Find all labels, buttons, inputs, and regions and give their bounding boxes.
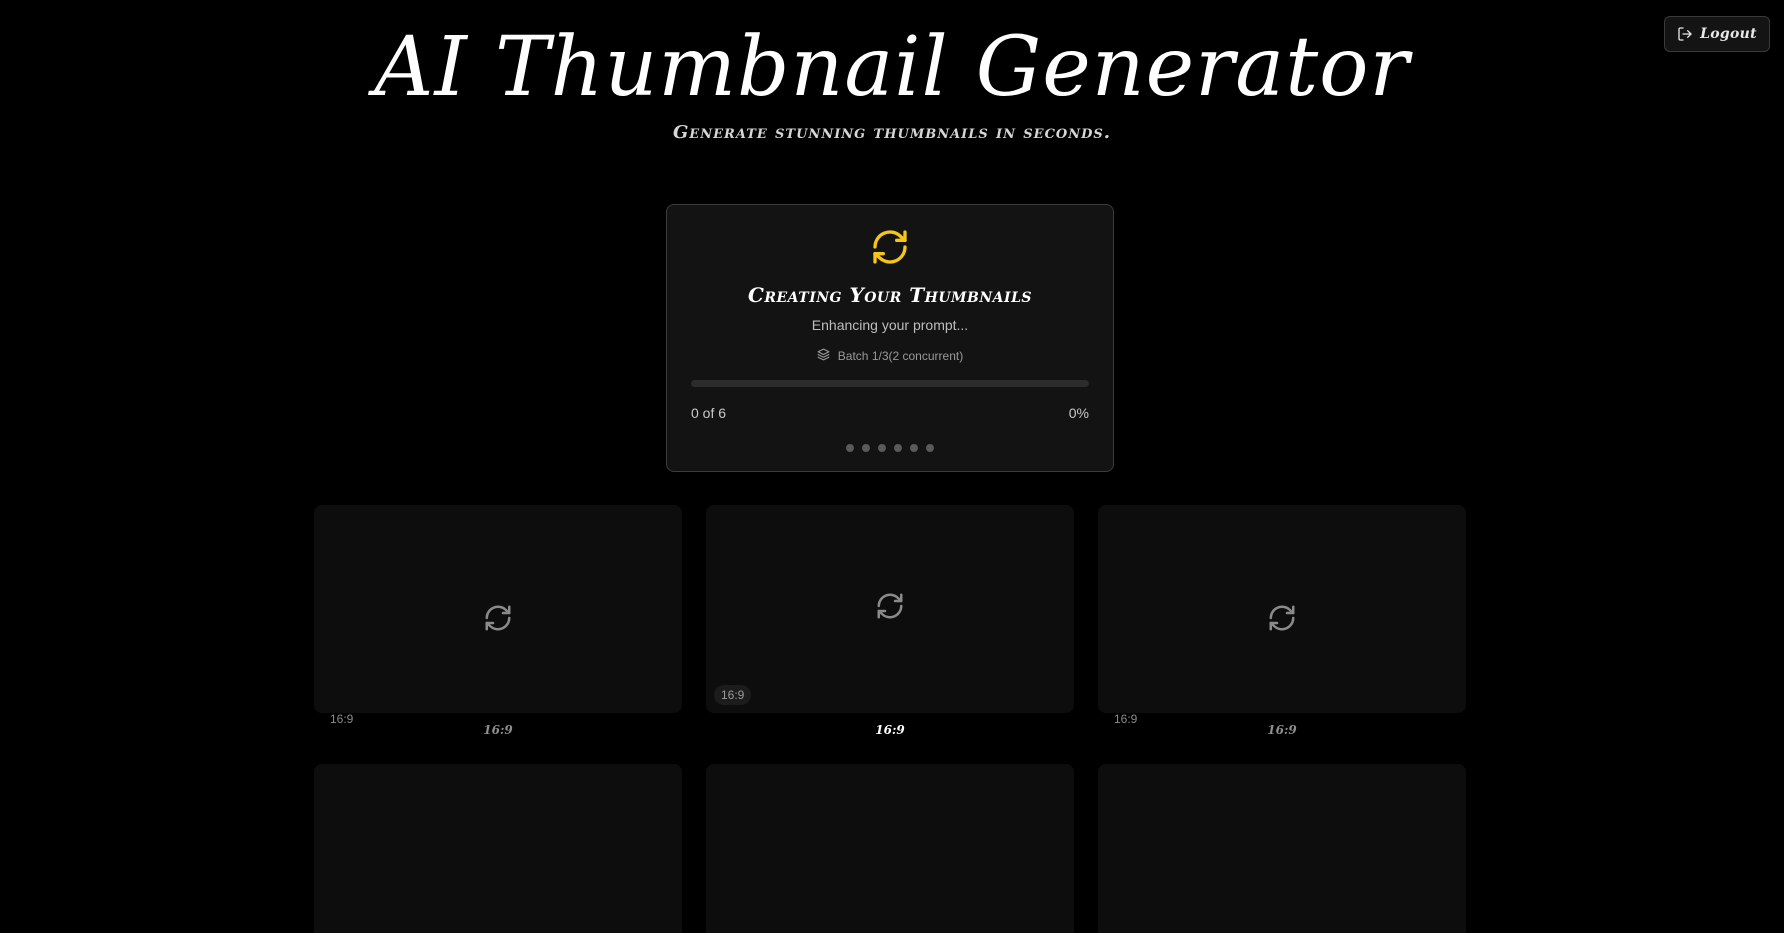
progress-dots: [667, 444, 1113, 452]
progress-dot: [862, 444, 870, 452]
page-subtitle: Generate stunning thumbnails in seconds.: [672, 122, 1112, 143]
thumbnail-ratio-badge: 16:9: [714, 685, 752, 705]
thumbnail-placeholder: [706, 764, 1074, 933]
progress-dot: [926, 444, 934, 452]
layers-icon: [817, 348, 830, 364]
thumbnail-placeholder: [1098, 764, 1466, 933]
refresh-icon: [1267, 603, 1297, 638]
refresh-icon: [870, 227, 910, 272]
batch-info: Batch 1/3(2 concurrent): [667, 348, 1113, 364]
progress-title: Creating Your Thumbnails: [747, 283, 1033, 307]
thumbnail-placeholder: [314, 764, 682, 933]
page: Logout AI Thumbnail Generator Generate s…: [0, 0, 1784, 933]
thumbnail-placeholder: [314, 505, 682, 713]
progress-dot: [846, 444, 854, 452]
thumbnail-ratio-label: 16:9: [875, 723, 905, 737]
progress-dot: [878, 444, 886, 452]
progress-count: 0 of 6: [691, 405, 727, 421]
progress-card: Creating Your Thumbnails Enhancing your …: [666, 204, 1114, 472]
progress-dot: [910, 444, 918, 452]
thumbnail-placeholder: [1098, 505, 1466, 713]
thumbnail-placeholder: 16:9: [706, 505, 1074, 713]
progress-status: Enhancing your prompt...: [811, 317, 969, 333]
progress-dot: [894, 444, 902, 452]
thumbnail-ratio-label: 16:9: [483, 723, 513, 737]
progress-percent: 0%: [1068, 405, 1089, 421]
page-title: AI Thumbnail Generator: [374, 20, 1410, 115]
thumbnail-ratio-label: 16:9: [1267, 723, 1297, 737]
refresh-icon: [483, 603, 513, 638]
batch-label: Batch 1/3(2 concurrent): [837, 349, 964, 363]
progress-bar: [691, 380, 1089, 387]
refresh-icon: [875, 591, 905, 626]
